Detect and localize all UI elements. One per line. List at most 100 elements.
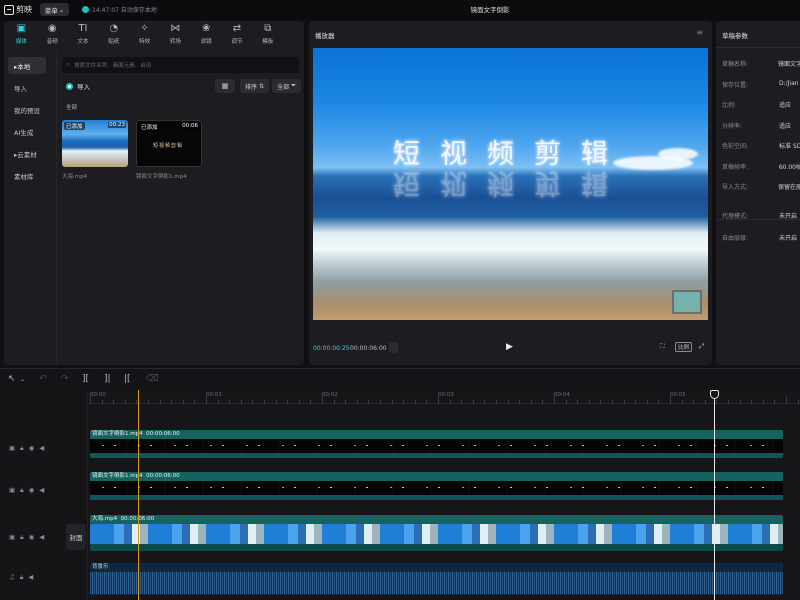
audio-clip[interactable]: 背景乐 (90, 563, 783, 595)
param-row: 导入方式: 保留在原 (722, 182, 800, 191)
ruler-tick (588, 400, 590, 404)
speaker-icon[interactable]: ◀ (28, 573, 33, 582)
text-clip[interactable]: 镜面文字倒影1.mp4 00:00:06:00 (90, 430, 783, 458)
params-title: 草稿参数 (722, 32, 748, 40)
track-controls: ▣ 🔒︎ ◉ ◀ (9, 486, 44, 495)
sort-icon: ⇅ (258, 82, 265, 90)
transition-icon: ⋈ (170, 23, 181, 34)
ratio-button[interactable]: 比例 (675, 342, 693, 352)
ruler-tick (762, 400, 764, 404)
tab-adjust[interactable]: ⇄ 调节 (222, 21, 253, 48)
lock-icon[interactable]: 🔒︎ (20, 486, 23, 495)
media-search-input[interactable]: ⌕ 搜索文件名称、画面元素、台词 (62, 57, 299, 73)
tab-filter[interactable]: ❀ 滤镜 (191, 21, 222, 48)
tab-template[interactable]: ⧉ 模板 (252, 21, 283, 48)
video-clip[interactable]: 大海.mp4 00:00:06:00 (90, 515, 783, 551)
ruler-tick (264, 400, 265, 404)
clip-header: 大海.mp4 00:00:06:00 (90, 515, 783, 524)
lock-icon[interactable]: 🔒︎ (20, 533, 23, 542)
hamburger-menu-icon[interactable]: ≡ (696, 28, 703, 37)
playhead[interactable] (710, 390, 719, 600)
select-cursor-icon[interactable]: ↖ (8, 374, 16, 384)
eye-icon[interactable]: ◉ (29, 533, 35, 542)
ruler-tick (449, 400, 451, 404)
clip-frames (90, 439, 783, 453)
tab-media[interactable]: ▣ 媒体 (6, 21, 37, 48)
tab-effects[interactable]: ✧ 特效 (129, 21, 160, 48)
sidebar-item-library[interactable]: 素材库 (8, 167, 46, 184)
clip-frames (90, 481, 783, 495)
panel-divider (56, 51, 57, 365)
ruler-tick (414, 400, 416, 404)
play-icon[interactable]: ▶ (506, 342, 516, 354)
ruler-tick (310, 400, 312, 404)
clip-name: 大海.mp4 (92, 516, 118, 522)
project-title: 镜面文字倒影 (470, 6, 510, 14)
filter-button[interactable]: 全部 ⏷ (272, 79, 301, 93)
tab-sticker[interactable]: ◔ 贴纸 (98, 21, 129, 48)
split-icon[interactable]: ][ (82, 374, 89, 384)
split-right-icon[interactable]: |[ (124, 374, 131, 384)
frame-step-button[interactable] (389, 342, 398, 353)
ruler-tick (171, 400, 173, 404)
ruler-tick (275, 400, 277, 404)
delete-icon[interactable]: ⌫ (146, 374, 159, 384)
param-value: 未开启 (779, 234, 798, 242)
filter-label: 全部 (277, 83, 290, 91)
chevron-down-icon: ⌄ (58, 5, 65, 14)
draft-params-panel: 草稿参数 草稿名称: 镜面文字 保存位置: D:/Jian 比例: 适应 分辨率: 适应 色彩空… (716, 21, 800, 365)
sidebar-item-presets[interactable]: 我的预设 (8, 101, 46, 118)
import-button[interactable]: 导入 (66, 81, 90, 91)
lock-icon[interactable]: 🔒︎ (20, 444, 23, 453)
tab-transition[interactable]: ⋈ 转场 (160, 21, 191, 48)
media-item[interactable]: 已添加 00:06 短视频剪辑 镜面文字倒影1.mp4 (136, 120, 202, 180)
ruler-tick (716, 400, 718, 404)
speaker-icon[interactable]: ◀ (39, 444, 44, 453)
text-clip[interactable]: 镜面文字倒影1.mp4 00:00:06:00 (90, 472, 783, 500)
tab-label: 滤镜 (200, 39, 212, 45)
sort-button[interactable]: 排序 ⇅ (240, 79, 269, 93)
tab-audio[interactable]: ◉ 音频 (37, 21, 68, 48)
ruler-tick (554, 396, 555, 404)
video-preview[interactable]: 短视频剪辑 短视频剪辑 (313, 48, 708, 320)
ruler-tick (797, 400, 799, 404)
media-thumbnail[interactable]: 已添加 00:06 短视频剪辑 (136, 120, 202, 167)
param-value: 适应 (779, 122, 792, 130)
lock-icon[interactable]: 🔒︎ (20, 573, 23, 582)
param-value: 保留在原 (777, 184, 800, 191)
eye-icon[interactable]: ◉ (29, 444, 35, 453)
sidebar-item-ai[interactable]: AI生成 (8, 123, 46, 140)
tab-text[interactable]: TI 文本 (68, 21, 99, 48)
time-ruler[interactable]: 00:00 00:01 00:02 00:03 00:04 00:05 (88, 390, 800, 404)
menu-label: 菜单 (44, 6, 58, 15)
undo-icon[interactable]: ↶ (39, 374, 47, 384)
media-duration: 00:06 (181, 123, 199, 129)
media-panel: ▣ 媒体 ◉ 音频 TI 文本 ◔ 贴纸 ✧ 特效 ⋈ 转场 ❀ 滤镜 ⇄ 调节 ⧉ 模板 ▸本地 导入 我的预设… (4, 21, 304, 365)
view-mode-button[interactable]: ▦ (215, 79, 235, 93)
playhead-handle[interactable] (710, 390, 719, 399)
speaker-icon[interactable]: ◀ (39, 486, 44, 495)
chevron-down-icon[interactable]: ⌄ (20, 376, 25, 383)
tab-label: 媒体 (15, 39, 27, 45)
menu-button[interactable]: 菜单 ⌄ (40, 3, 69, 16)
sidebar-item-local[interactable]: ▸本地 (8, 57, 46, 74)
media-thumbnail[interactable]: 已添加 00:23 (62, 120, 128, 167)
param-row: 色彩空间: 标准 SD (722, 141, 800, 150)
total-time: 00:00:06:00 (350, 345, 387, 352)
eye-icon[interactable]: ◉ (29, 486, 35, 495)
tab-label: 转场 (169, 39, 181, 45)
timeline-marker (138, 390, 139, 600)
param-key: 草稿帧率: (722, 163, 749, 171)
fullscreen-icon[interactable]: ⤢ (699, 342, 704, 351)
redo-icon[interactable]: ↷ (61, 374, 69, 384)
sort-label: 排序 (244, 83, 257, 91)
speaker-icon[interactable]: ◀ (39, 533, 44, 542)
timeline[interactable]: ▣ 🔒︎ ◉ ◀ ▣ 🔒︎ ◉ ◀ ▣ 🔒︎ ◉ ◀ ♫ 🔒︎ ◀ 封面 00:00 00:01 00:0… (0, 390, 800, 600)
sidebar-item-cloud[interactable]: ▸云素材 (8, 145, 46, 162)
sidebar-item-import[interactable]: 导入 (8, 79, 46, 96)
ruler-tick (519, 400, 521, 404)
fullscreen-crop-icon[interactable]: ⛶ (660, 342, 665, 351)
split-left-icon[interactable]: ]| (104, 374, 111, 384)
cover-button[interactable]: 封面 (66, 524, 86, 550)
media-item[interactable]: 已添加 00:23 大海.mp4 (62, 120, 128, 180)
